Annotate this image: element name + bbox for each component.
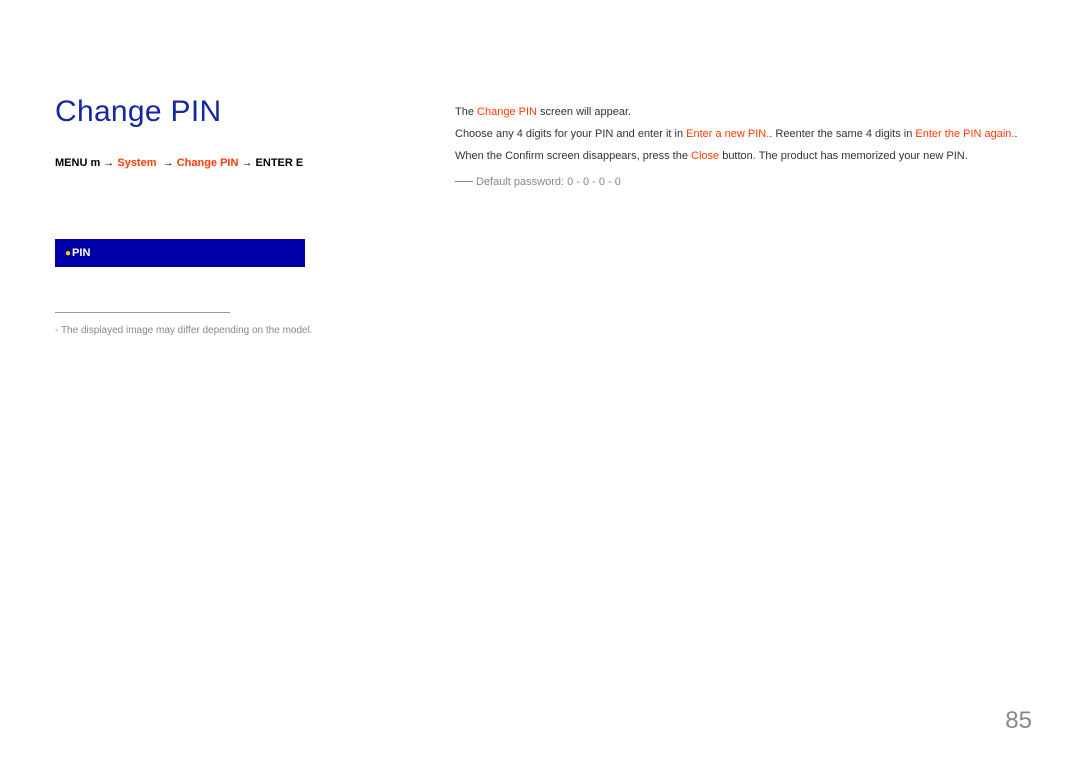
- text: button. The product has memorized your n…: [719, 150, 968, 162]
- breadcrumb: MENU m → System → Change PIN → ENTER E: [55, 157, 415, 169]
- footnote: The displayed image may differ depending…: [55, 325, 415, 336]
- highlight-enter-pin-again: Enter the PIN again.: [915, 128, 1014, 140]
- text: Choose any 4 digits for your PIN and ent…: [455, 128, 686, 140]
- text: screen will appear.: [537, 106, 631, 118]
- breadcrumb-system: System: [117, 157, 156, 169]
- page-title: Change PIN: [55, 95, 415, 129]
- text: .: [1014, 128, 1017, 140]
- breadcrumb-arrow: →: [103, 157, 114, 169]
- body-line-1: The Change PIN screen will appear.: [455, 103, 1025, 123]
- text: The: [455, 106, 477, 118]
- highlight-close: Close: [691, 150, 719, 162]
- menu-item-pin: ●PIN: [55, 239, 305, 267]
- body-line-3: When the Confirm screen disappears, pres…: [455, 147, 1025, 167]
- text: When the Confirm screen disappears, pres…: [455, 150, 691, 162]
- menu-item-label: PIN: [72, 247, 90, 259]
- default-password-text: Default password: 0 - 0 - 0 - 0: [476, 176, 621, 188]
- breadcrumb-enter: ENTER: [256, 157, 293, 169]
- text: . Reenter the same 4 digits in: [769, 128, 915, 140]
- breadcrumb-arrow: →: [241, 157, 252, 169]
- breadcrumb-menu: MENU: [55, 157, 87, 169]
- divider: [55, 312, 230, 313]
- highlight-enter-new-pin: Enter a new PIN.: [686, 128, 769, 140]
- page-number: 85: [1005, 707, 1032, 735]
- dash-icon: [455, 181, 473, 182]
- breadcrumb-enterkey: E: [296, 157, 303, 169]
- default-password: Default password: 0 - 0 - 0 - 0: [455, 176, 1025, 188]
- breadcrumb-changepin: Change PIN: [177, 157, 239, 169]
- body-line-2: Choose any 4 digits for your PIN and ent…: [455, 125, 1025, 145]
- lock-icon: ●: [65, 248, 71, 259]
- highlight-change-pin: Change PIN: [477, 106, 537, 118]
- breadcrumb-arrow: →: [163, 157, 174, 169]
- breadcrumb-menukey: m: [90, 157, 100, 169]
